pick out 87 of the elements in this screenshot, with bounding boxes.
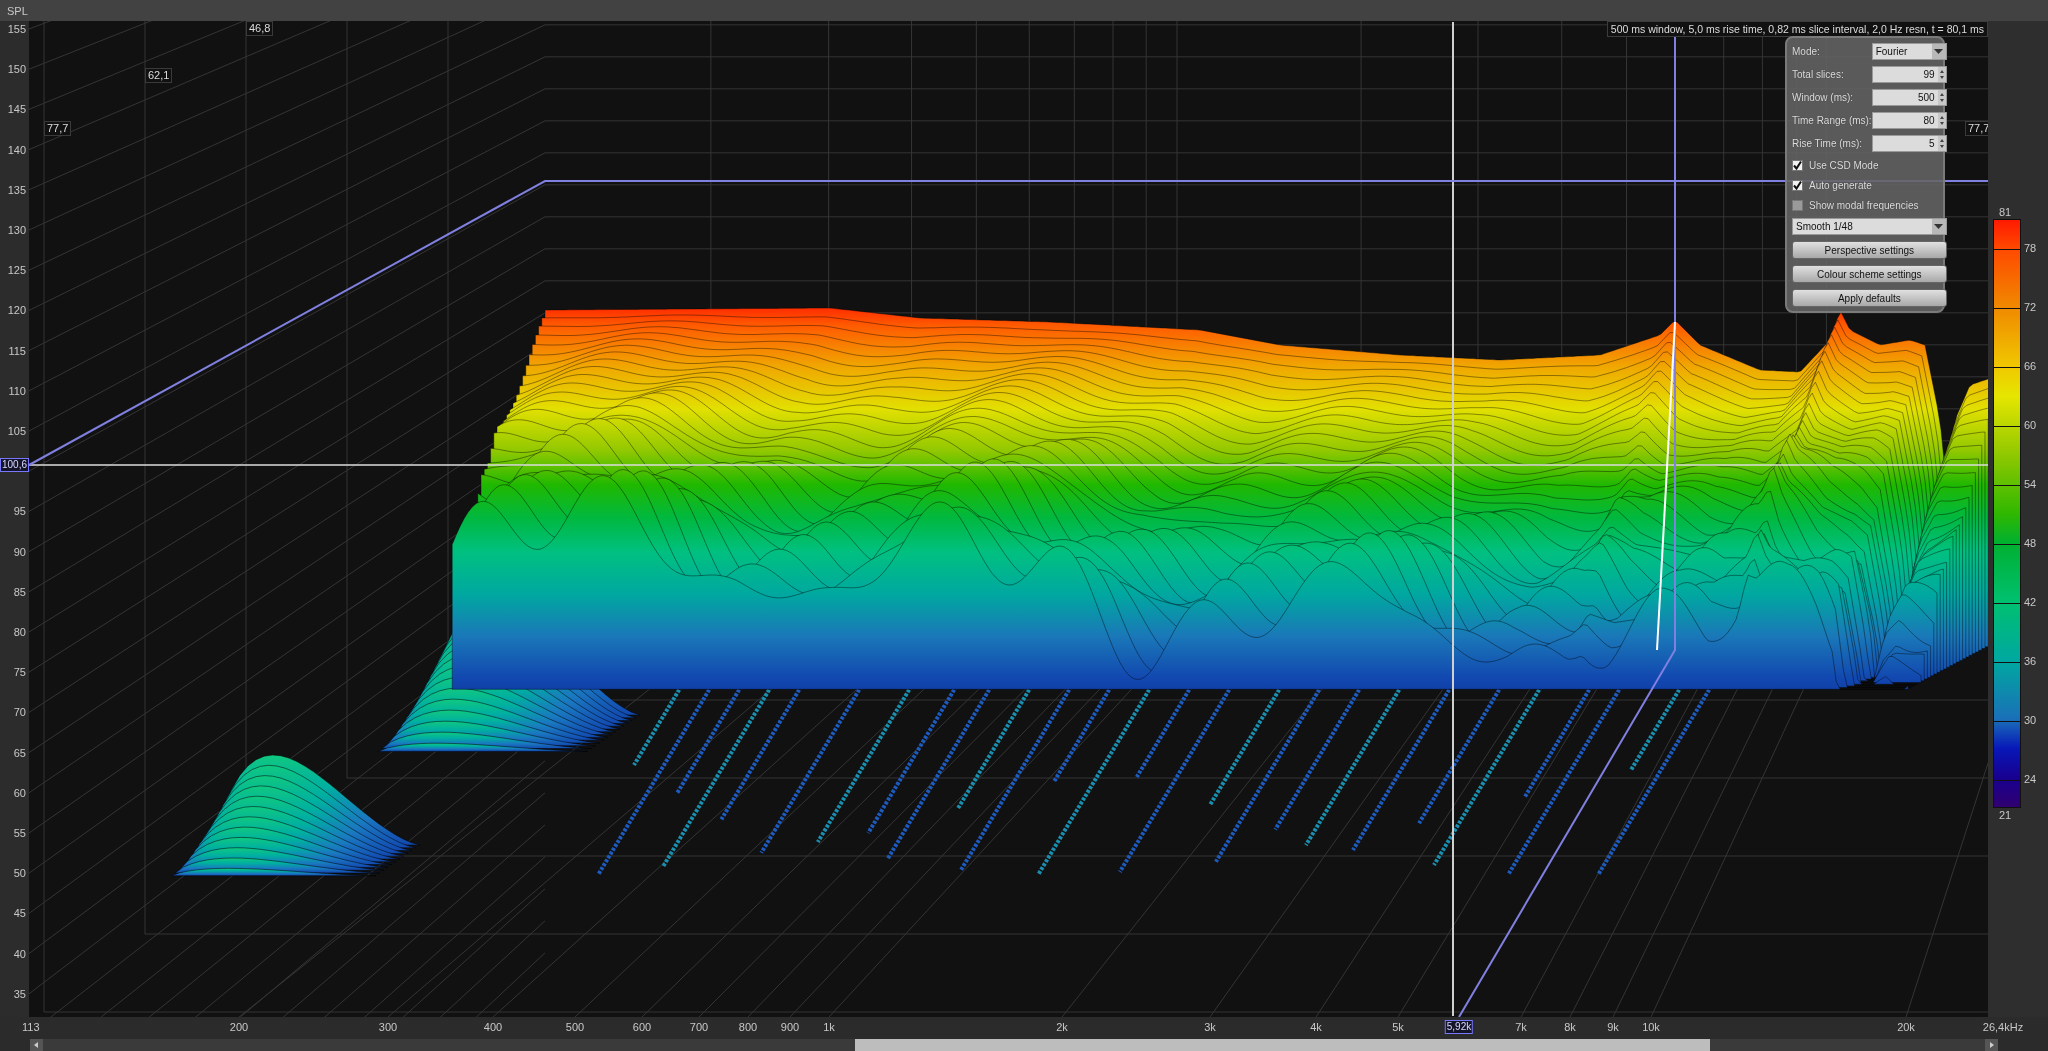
settings-button[interactable]: Perspective settings xyxy=(1792,241,1947,259)
time-marker-label: 46,8 xyxy=(246,21,274,36)
scale-label: 78 xyxy=(2024,241,2037,256)
field-label: Mode: xyxy=(1792,46,1821,57)
axis-tick-label: 5k xyxy=(1392,1021,1404,1033)
axis-tick-label: 125 xyxy=(7,263,26,278)
cursor-readout: 100,6 xyxy=(0,458,30,472)
axis-tick-label: 900 xyxy=(780,1021,800,1033)
smoothing-dropdown[interactable]: Smooth 1/48 xyxy=(1792,218,1947,235)
axis-tick-label: 20k xyxy=(1897,1021,1915,1033)
checkbox[interactable] xyxy=(1792,159,1803,171)
scale-label: 21 xyxy=(1997,808,2013,822)
number-field[interactable]: 500 xyxy=(1871,89,1947,106)
axis-tick-label: 9k xyxy=(1607,1021,1619,1033)
axis-tick-label: 155 xyxy=(7,22,26,36)
axis-tick-label: 80 xyxy=(13,625,26,639)
axis-tick-label: 85 xyxy=(13,584,26,599)
axis-tick-label: 113 xyxy=(22,1021,40,1033)
axis-tick-label: 500 xyxy=(565,1021,585,1033)
axis-tick-label: 150 xyxy=(7,62,26,77)
field-label: Total slices: xyxy=(1792,69,1845,80)
settings-button[interactable]: Colour scheme settings xyxy=(1792,265,1947,283)
axis-tick-label: 105 xyxy=(7,424,26,438)
axis-tick-label: 200 xyxy=(229,1021,249,1033)
time-marker-label: 77,7 xyxy=(44,121,72,136)
time-marker-label: 62,1 xyxy=(145,68,173,83)
axis-tick-label: 400 xyxy=(483,1021,503,1033)
field-label: Window (ms): xyxy=(1792,92,1855,103)
axis-tick-label: 40 xyxy=(13,946,26,961)
axis-tick-label: 10k xyxy=(1642,1021,1660,1033)
scale-label: 24 xyxy=(2024,771,2037,786)
axis-tick-label: 1k xyxy=(823,1021,835,1033)
settings-button[interactable]: Apply defaults xyxy=(1792,289,1947,307)
axis-title: SPL xyxy=(7,4,28,17)
checkbox[interactable] xyxy=(1792,179,1803,191)
axis-tick-label: 300 xyxy=(378,1021,398,1033)
scale-label: 36 xyxy=(2024,653,2037,668)
axis-tick-label: 75 xyxy=(13,665,26,680)
axis-tick-label: 8k xyxy=(1564,1021,1576,1033)
axis-tick-label: 95 xyxy=(13,504,26,519)
axis-tick-label: 45 xyxy=(13,906,26,921)
axis-tick-label: 2k xyxy=(1056,1021,1068,1033)
number-field[interactable]: 99 xyxy=(1871,66,1947,83)
axis-tick-label: 800 xyxy=(738,1021,758,1033)
axis-tick-label: 4k xyxy=(1310,1021,1322,1033)
axis-tick-label: 65 xyxy=(13,745,26,760)
number-field[interactable]: 80 xyxy=(1871,112,1947,129)
caret-icon xyxy=(1934,49,1944,54)
axis-tick-label: 110 xyxy=(8,383,26,398)
scale-label: 42 xyxy=(2024,594,2037,609)
axis-tick-label: 600 xyxy=(632,1021,652,1033)
axis-tick-label: 145 xyxy=(7,102,26,117)
axis-tick-label: 115 xyxy=(8,343,26,358)
axis-tick-label: 50 xyxy=(13,866,26,881)
axis-tick-label: 55 xyxy=(13,826,26,840)
field-label: Time Range (ms): xyxy=(1792,115,1872,126)
axis-tick-label: 120 xyxy=(7,303,26,318)
axis-tick-label: 60 xyxy=(13,785,26,800)
scale-label: 72 xyxy=(2024,300,2037,315)
axis-tick-label: 700 xyxy=(689,1021,709,1033)
info-text: 500 ms window, 5,0 ms rise time, 0,82 ms slice interval, 2,0 Hz resn, t = 80,1 ms xyxy=(1606,21,1988,37)
scale-label: 48 xyxy=(2024,535,2037,550)
cursor-readout: 5,92k xyxy=(1444,1020,1474,1034)
axis-tick-label: 70 xyxy=(13,705,26,720)
scrollbar-thumb[interactable] xyxy=(855,1039,1710,1051)
axis-tick-label: 35 xyxy=(13,986,26,1001)
mode-dropdown[interactable]: Fourier xyxy=(1871,43,1947,60)
checkbox-label: Auto generate xyxy=(1809,179,1872,191)
field-label: Rise Time (ms): xyxy=(1792,138,1863,149)
scale-label: 60 xyxy=(2024,418,2037,433)
checkbox-label: Use CSD Mode xyxy=(1809,159,1879,171)
caret-icon xyxy=(1934,224,1944,229)
scale-label: 54 xyxy=(2024,477,2037,492)
scale-label: 66 xyxy=(2024,359,2037,374)
axis-tick-label: 90 xyxy=(13,544,26,559)
axis-tick-label: 130 xyxy=(7,223,26,237)
scale-label: 30 xyxy=(2024,712,2037,727)
time-marker-label: 77,7 xyxy=(1965,121,1988,136)
axis-tick-label: 140 xyxy=(7,142,26,157)
axis-tick-label: 3k xyxy=(1204,1021,1216,1033)
axis-tick-label: 26,4kHz xyxy=(1982,1021,2024,1033)
axis-tick-label: 135 xyxy=(7,182,26,197)
checkbox-label: Show modal frequencies xyxy=(1809,199,1919,211)
scale-label: 81 xyxy=(1997,205,2013,219)
number-field[interactable]: 5 xyxy=(1871,135,1947,152)
checkbox[interactable] xyxy=(1792,199,1803,211)
axis-tick-label: 7k xyxy=(1515,1021,1527,1033)
